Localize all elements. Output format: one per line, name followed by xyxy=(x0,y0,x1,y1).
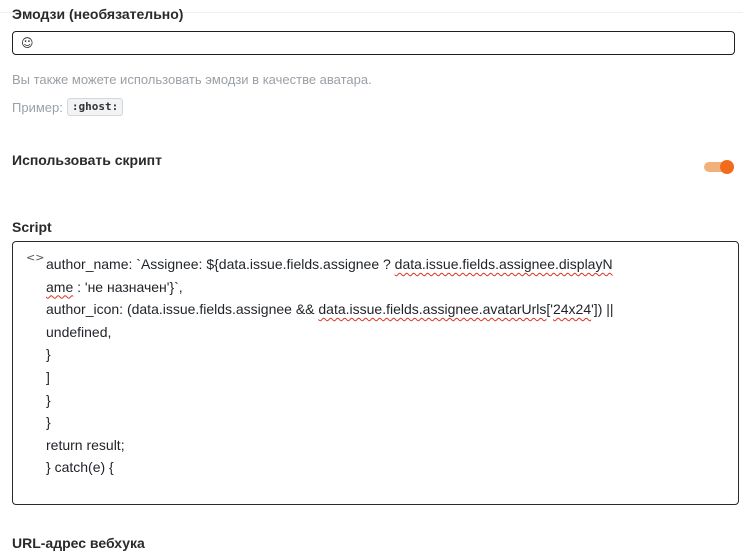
emoji-field-label: Эмодзи (необязательно) xyxy=(12,6,184,22)
emoji-hint: Вы также можете использовать эмодзи в ка… xyxy=(12,72,372,87)
code-icon: <> xyxy=(26,251,45,264)
webhook-label: URL-адрес вебхука xyxy=(12,535,145,551)
emoji-example: Пример: :ghost: xyxy=(12,98,124,116)
script-line-10: } catch(e) { xyxy=(46,459,114,476)
script-line-4: undefined, xyxy=(46,323,112,340)
script-line-6: ] xyxy=(46,368,50,385)
script-line-2: ame : 'не назначен'}`, xyxy=(46,278,183,295)
script-line-5: } xyxy=(46,346,51,363)
emoji-value: ☺ xyxy=(21,36,34,50)
use-script-toggle[interactable] xyxy=(704,160,734,174)
use-script-label: Использовать скрипт xyxy=(12,152,162,168)
script-line-7: } xyxy=(46,391,51,408)
emoji-example-prefix: Пример: xyxy=(12,99,63,115)
script-line-8: } xyxy=(46,414,51,431)
emoji-input[interactable]: ☺ xyxy=(12,31,735,55)
script-editor[interactable]: <> author_name: `Assignee: ${data.issue.… xyxy=(12,241,739,505)
script-line-9: return result; xyxy=(46,436,125,453)
toggle-knob xyxy=(720,160,734,174)
script-line-3: author_icon: (data.issue.fields.assignee… xyxy=(46,301,614,318)
script-label: Script xyxy=(12,219,52,235)
script-code: author_name: `Assignee: ${data.issue.fie… xyxy=(46,253,736,479)
emoji-example-code: :ghost: xyxy=(66,98,124,116)
script-line-1: author_name: `Assignee: ${data.issue.fie… xyxy=(46,256,613,272)
